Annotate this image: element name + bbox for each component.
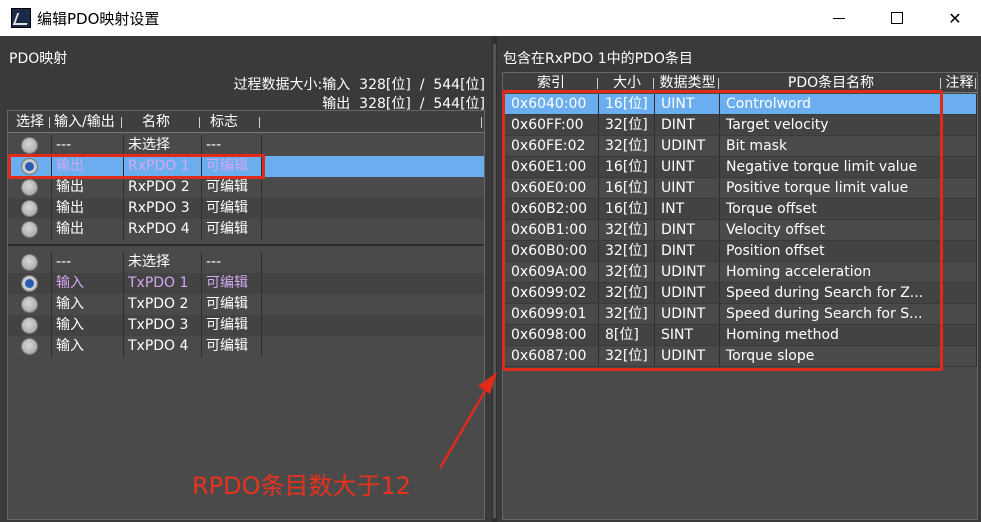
arrow-shaft xyxy=(438,385,490,469)
annotation-text: RPDO条目数大于12 xyxy=(192,472,412,500)
arrow-head xyxy=(478,372,497,394)
annotation-arrow xyxy=(438,372,497,469)
